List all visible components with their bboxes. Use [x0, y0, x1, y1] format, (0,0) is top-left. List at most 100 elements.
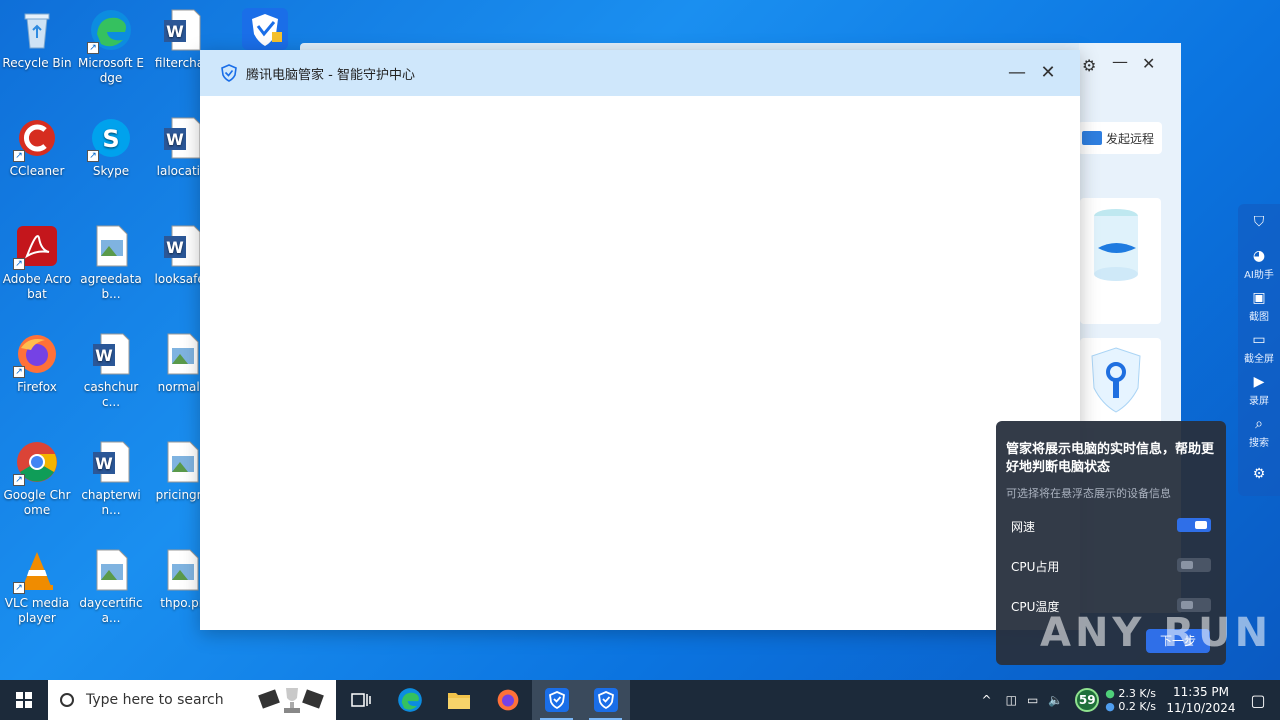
- feature-card-security[interactable]: [1080, 338, 1161, 428]
- search-icon: ⌕: [1255, 416, 1263, 432]
- search-icon: [60, 693, 74, 707]
- desktop-icon-label: Adobe Acrobat: [2, 272, 72, 301]
- panel-subtitle: 可选择将在悬浮态展示的设备信息: [1006, 487, 1171, 500]
- sidebar-item-fullscreen-capture[interactable]: ▭ 截全屏: [1238, 332, 1280, 365]
- desktop-icon-label: CCleaner: [9, 164, 65, 178]
- tencent-shield-icon: [240, 6, 288, 50]
- sidebar-item-shield[interactable]: ⛉: [1238, 214, 1280, 232]
- task-view-button[interactable]: [336, 680, 385, 720]
- desktop-icon-label: Skype: [92, 164, 130, 178]
- svg-text:W: W: [166, 22, 184, 41]
- image-file-icon: [89, 224, 133, 268]
- task-view-icon: [350, 693, 371, 707]
- start-button[interactable]: [0, 680, 48, 720]
- shortcut-arrow-icon: ↗: [87, 150, 99, 162]
- floating-toolbar: ⛉ ◕ AI助手 ▣ 截图 ▭ 截全屏 ▶ 录屏 ⌕ 搜索 ⚙: [1238, 204, 1280, 496]
- windows-logo-icon: [16, 692, 32, 708]
- sidebar-item-record[interactable]: ▶ 录屏: [1238, 374, 1280, 407]
- feature-card-clean[interactable]: [1080, 198, 1161, 324]
- close-icon[interactable]: ✕: [1142, 54, 1155, 73]
- taskbar-edge[interactable]: [385, 680, 434, 720]
- notification-center-icon[interactable]: ▢: [1236, 691, 1280, 710]
- desktop-icon-label: Recycle Bin: [2, 56, 72, 70]
- network-speed-widget[interactable]: ● 2.3 K/s ● 0.2 K/s: [1105, 687, 1156, 713]
- desktop-icon-label: daycertifica...: [79, 596, 143, 625]
- tray-app-icon[interactable]: ◫: [1006, 693, 1017, 707]
- desktop-icon-microsoft-edge[interactable]: ↗ Microsoft Edge: [75, 8, 147, 86]
- sidebar-item-search[interactable]: ⌕ 搜索: [1238, 416, 1280, 449]
- start-remote-button[interactable]: 发起远程: [1078, 122, 1162, 154]
- svg-text:S: S: [102, 125, 119, 153]
- chrome-icon: ↗: [13, 440, 59, 486]
- desktop-icon-recycle-bin[interactable]: Recycle Bin: [1, 8, 73, 71]
- desktop-icon-google-chrome[interactable]: ↗ Google Chrome: [1, 440, 73, 518]
- panel-title: 管家将展示电脑的实时信息，帮助更好地判断电脑状态: [1006, 442, 1215, 475]
- desktop-icon-chapterwin[interactable]: W chapterwin...: [75, 440, 147, 518]
- net-upload-speed: 2.3 K/s: [1118, 687, 1156, 700]
- desktop-icon-label: Google Chrome: [3, 488, 71, 517]
- network-icon[interactable]: ▭: [1027, 693, 1038, 707]
- desktop-icon-label: agreedatab...: [80, 272, 142, 301]
- camera-icon: ▣: [1252, 290, 1266, 306]
- taskbar-clock[interactable]: 11:35 PM 11/10/2024: [1166, 684, 1236, 716]
- taskbar-firefox[interactable]: [483, 680, 532, 720]
- sidebar-item-label: 搜索: [1249, 438, 1269, 449]
- start-remote-label: 发起远程: [1106, 131, 1155, 146]
- panel-row-cpu-usage: CPU占用: [1011, 558, 1211, 575]
- desktop-icon-label: Firefox: [17, 380, 57, 394]
- toggle-knob: [1181, 601, 1193, 609]
- desktop-icon-firefox[interactable]: ↗ Firefox: [1, 332, 73, 395]
- shortcut-arrow-icon: ↗: [87, 42, 99, 54]
- row-label: CPU占用: [1011, 560, 1060, 574]
- volume-icon[interactable]: 🔈: [1048, 693, 1063, 707]
- dialog-close-icon[interactable]: ✕: [1037, 62, 1059, 84]
- row-label: 网速: [1011, 520, 1036, 534]
- sidebar-item-label: AI助手: [1244, 270, 1274, 281]
- desktop-icon-vlc[interactable]: ↗ VLC media player: [1, 548, 73, 626]
- sidebar-item-screenshot[interactable]: ▣ 截图: [1238, 290, 1280, 323]
- desktop-icon-tencent-pc-manager[interactable]: [226, 6, 298, 54]
- adobe-acrobat-icon: ↗: [13, 224, 59, 270]
- desktop-icon-agreedatab[interactable]: agreedatab...: [75, 224, 147, 302]
- tray-overflow-chevron-up-icon[interactable]: ^: [982, 693, 992, 707]
- desktop-icon-cashchurc[interactable]: W cashchurc...: [75, 332, 147, 410]
- settings-gear-icon[interactable]: ⚙: [1082, 56, 1096, 75]
- dialog-minimize-icon[interactable]: —: [1006, 62, 1028, 84]
- sidebar-item-ai-assistant[interactable]: ◕ AI助手: [1238, 248, 1280, 281]
- key-shield-icon: [1091, 347, 1141, 413]
- word-document-icon: W: [160, 8, 204, 52]
- desktop-icon-daycertifica[interactable]: daycertifica...: [75, 548, 147, 626]
- taskbar-tencent-guard[interactable]: [581, 680, 630, 720]
- dialog-title-bar[interactable]: 腾讯电脑管家 - 智能守护中心: [200, 50, 1080, 96]
- minimize-icon[interactable]: —: [1112, 52, 1128, 71]
- taskbar-tencent-manager[interactable]: [532, 680, 581, 720]
- tencent-shield-icon: [221, 64, 237, 82]
- tencent-score-badge[interactable]: 59: [1075, 688, 1100, 712]
- image-file-icon: [160, 440, 204, 484]
- toggle-knob: [1195, 521, 1207, 529]
- clock-time: 11:35 PM: [1173, 685, 1229, 699]
- tencent-shield-icon: [544, 688, 569, 712]
- taskbar-file-explorer[interactable]: [434, 680, 483, 720]
- system-tray: ^ ◫ ▭ 🔈 59 ● 2.3 K/s ● 0.2 K/s 11:35 PM …: [982, 680, 1280, 720]
- word-document-icon: W: [89, 440, 133, 484]
- word-document-icon: W: [89, 332, 133, 376]
- ccleaner-icon: ↗: [13, 116, 59, 162]
- edge-icon: [397, 688, 422, 712]
- desktop-icon-adobe-acrobat[interactable]: ↗ Adobe Acrobat: [1, 224, 73, 302]
- network-speed-toggle[interactable]: [1177, 518, 1211, 532]
- desktop-icon-ccleaner[interactable]: ↗ CCleaner: [1, 116, 73, 179]
- image-file-icon: [160, 548, 204, 592]
- sidebar-item-label: 截图: [1249, 312, 1269, 323]
- desktop-icon-skype[interactable]: S ↗ Skype: [75, 116, 147, 179]
- sidebar-item-settings[interactable]: ⚙: [1238, 466, 1280, 484]
- cpu-usage-toggle[interactable]: [1177, 558, 1211, 572]
- net-download-speed: 0.2 K/s: [1118, 700, 1156, 713]
- desktop-icon-label: cashchurc...: [83, 380, 139, 409]
- tencent-shield-icon: [593, 688, 618, 712]
- monitor-icon: [1082, 131, 1102, 145]
- image-file-icon: [160, 332, 204, 376]
- taskbar-search-box[interactable]: Type here to search: [48, 680, 336, 720]
- shortcut-arrow-icon: ↗: [13, 582, 25, 594]
- shortcut-arrow-icon: ↗: [13, 150, 25, 162]
